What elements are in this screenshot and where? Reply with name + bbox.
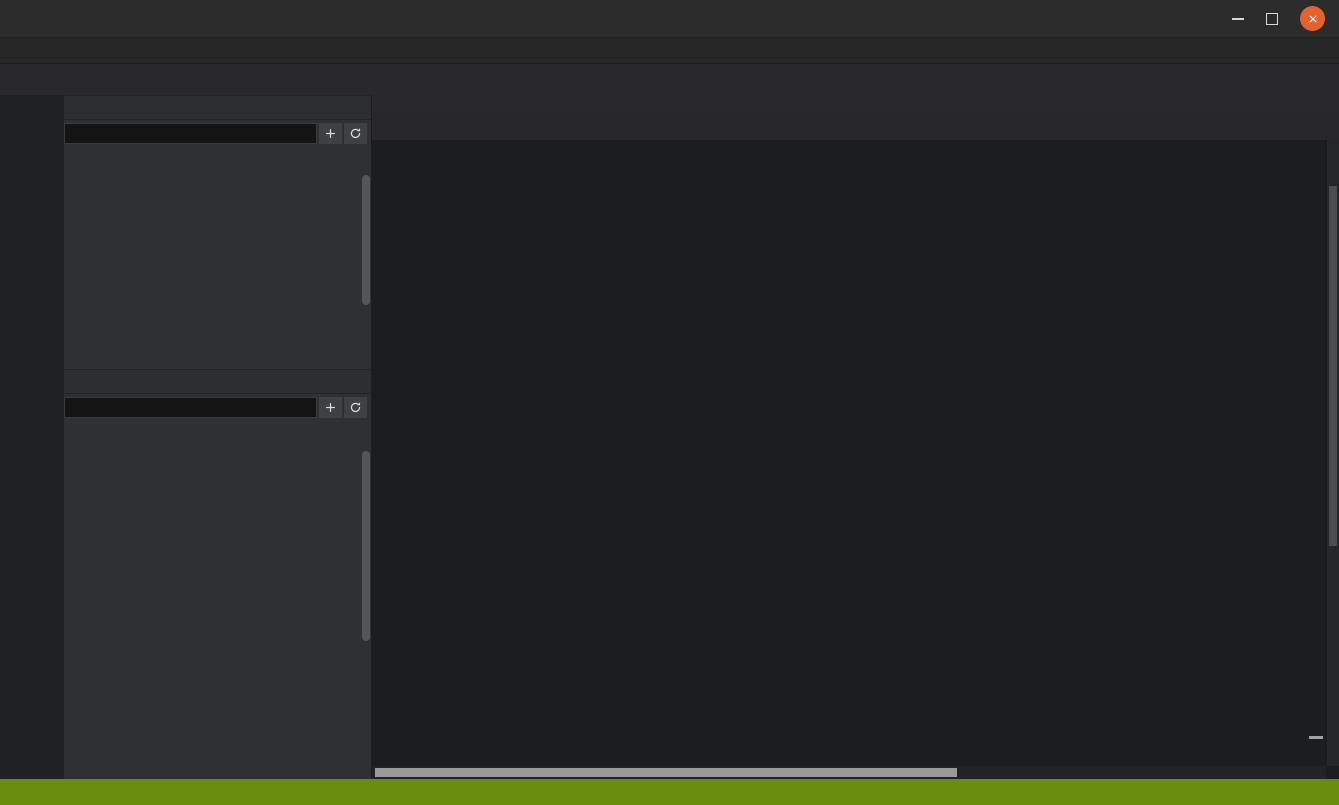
tables-search-row — [64, 394, 371, 421]
minimize-icon — [1232, 18, 1244, 20]
content-area — [372, 95, 1339, 779]
add-connection-plus-button[interactable] — [319, 123, 342, 144]
connections-list — [64, 147, 371, 369]
grid-vertical-scrollbar[interactable] — [1326, 140, 1339, 766]
close-button[interactable] — [1300, 6, 1325, 31]
grid-horizontal-scrollbar[interactable] — [372, 766, 1326, 779]
left-icon-bar — [0, 95, 64, 779]
plus-icon — [324, 401, 337, 414]
tables-list — [64, 421, 371, 779]
tables-scrollbar[interactable] — [362, 451, 370, 641]
scrollbar-thumb[interactable] — [375, 768, 957, 777]
close-icon — [1307, 13, 1319, 25]
minimize-button[interactable] — [1232, 18, 1244, 20]
connections-search-row — [64, 120, 371, 147]
data-grid — [372, 140, 1339, 779]
maximize-icon — [1266, 13, 1278, 25]
refresh-tables-button[interactable] — [344, 397, 367, 418]
connections-panel-header — [64, 95, 371, 120]
maximize-button[interactable] — [1266, 13, 1278, 25]
status-bar — [0, 779, 1339, 805]
toolbar — [0, 64, 1339, 95]
tables-panel-header — [64, 369, 371, 394]
connections-search-input[interactable] — [64, 123, 317, 144]
title-bar — [0, 0, 1339, 38]
tables-search-input[interactable] — [64, 397, 317, 418]
database-tab-strip — [372, 95, 1339, 112]
connections-scrollbar[interactable] — [362, 175, 370, 305]
plus-icon — [324, 127, 337, 140]
left-panel — [64, 95, 372, 779]
refresh-connections-button[interactable] — [344, 123, 367, 144]
refresh-icon — [349, 127, 362, 140]
scrollbar-thumb[interactable] — [1329, 186, 1337, 546]
refresh-icon — [349, 401, 362, 414]
selection-stats-overlay — [1309, 736, 1323, 739]
menu-bar — [0, 38, 1339, 64]
add-table-plus-button[interactable] — [319, 397, 342, 418]
table-tab-strip — [372, 112, 1339, 140]
